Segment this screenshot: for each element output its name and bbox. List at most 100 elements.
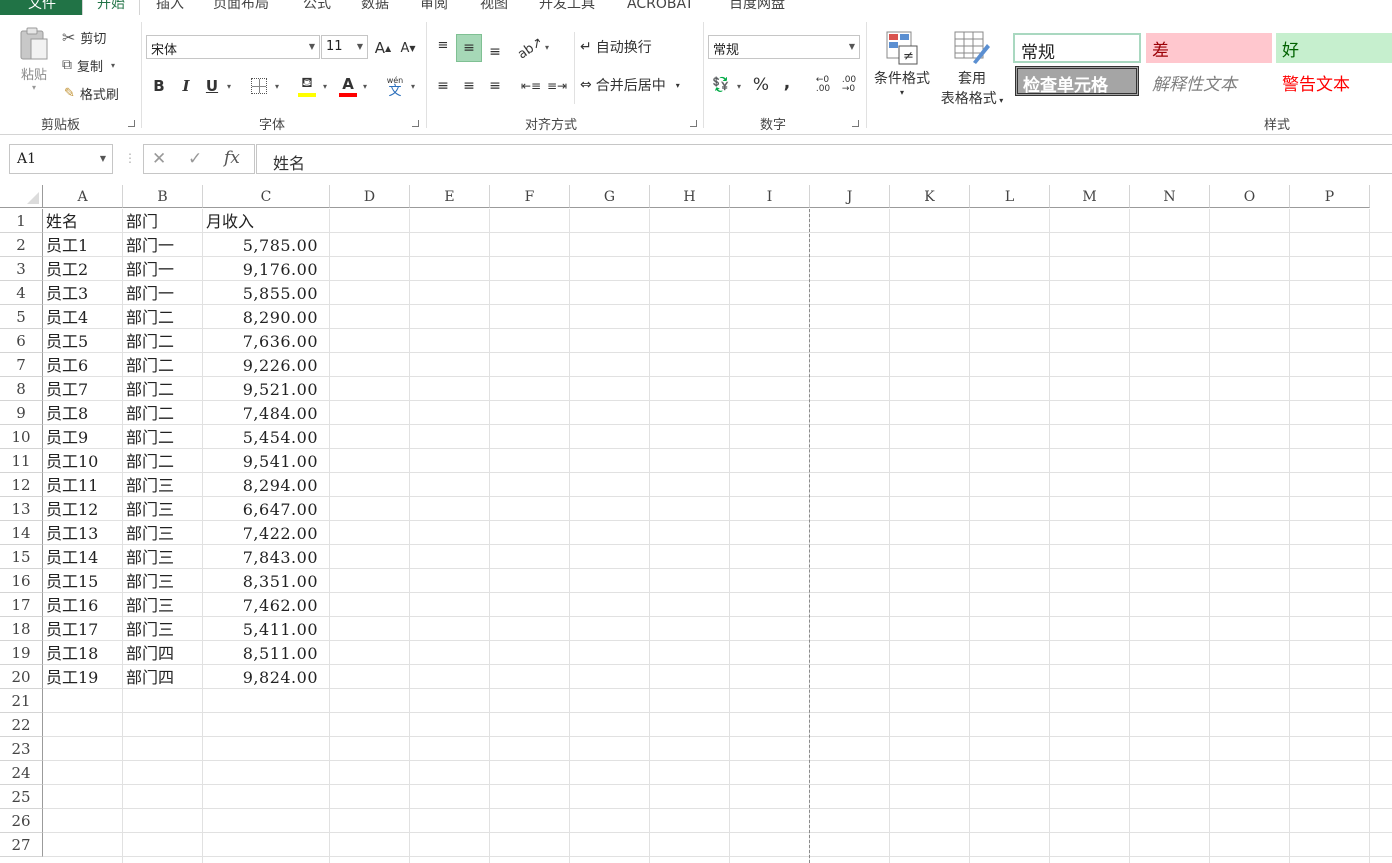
tab-acrobat[interactable]: ACROBAT: [627, 0, 694, 15]
table-cell[interactable]: 9,226.00: [203, 353, 330, 377]
cancel-icon[interactable]: ✕: [152, 149, 166, 169]
table-cell[interactable]: 员工12: [43, 497, 123, 521]
decrease-indent-button[interactable]: ⇤≡: [520, 74, 542, 98]
table-cell[interactable]: 员工6: [43, 353, 123, 377]
table-cell[interactable]: 9,824.00: [203, 665, 330, 689]
row-header[interactable]: 17: [0, 593, 43, 617]
style-explanatory[interactable]: 解释性文本: [1146, 67, 1272, 97]
table-cell[interactable]: 员工1: [43, 233, 123, 257]
table-cell[interactable]: 部门: [123, 209, 203, 233]
style-good[interactable]: 好: [1276, 33, 1392, 63]
resize-handle-icon[interactable]: ⋮: [124, 151, 136, 165]
tab-home[interactable]: 开始: [82, 0, 140, 15]
number-format-select[interactable]: 常规 ▼: [708, 35, 860, 59]
table-cell[interactable]: 员工13: [43, 521, 123, 545]
column-header[interactable]: P: [1290, 185, 1370, 208]
dialog-launcher-icon[interactable]: [412, 120, 419, 127]
table-cell[interactable]: 部门一: [123, 233, 203, 257]
table-cell[interactable]: 7,636.00: [203, 329, 330, 353]
table-cell[interactable]: 部门一: [123, 257, 203, 281]
insert-function-icon[interactable]: fx: [224, 148, 240, 168]
table-cell[interactable]: 员工4: [43, 305, 123, 329]
row-header[interactable]: 9: [0, 401, 43, 425]
table-cell[interactable]: 8,351.00: [203, 569, 330, 593]
tab-view[interactable]: 视图: [480, 0, 508, 15]
style-warning[interactable]: 警告文本: [1276, 67, 1392, 97]
shrink-font-button[interactable]: A ▼: [398, 37, 418, 59]
row-header[interactable]: 12: [0, 473, 43, 497]
chevron-down-icon[interactable]: ▾: [363, 82, 367, 91]
table-cell[interactable]: 员工5: [43, 329, 123, 353]
table-cell[interactable]: 员工8: [43, 401, 123, 425]
tab-data[interactable]: 数据: [361, 0, 389, 15]
font-name-select[interactable]: 宋体 ▼: [146, 35, 320, 59]
select-all-button[interactable]: [0, 185, 43, 208]
column-header[interactable]: O: [1210, 185, 1290, 208]
table-cell[interactable]: 5,411.00: [203, 617, 330, 641]
tab-insert[interactable]: 插入: [156, 0, 184, 15]
row-header[interactable]: 18: [0, 617, 43, 641]
table-cell[interactable]: 员工19: [43, 665, 123, 689]
chevron-down-icon[interactable]: ▾: [323, 82, 327, 91]
table-cell[interactable]: 7,462.00: [203, 593, 330, 617]
row-header[interactable]: 22: [0, 713, 43, 737]
table-cell[interactable]: 8,290.00: [203, 305, 330, 329]
format-as-table-button[interactable]: 套用 表格格式 ▾: [936, 30, 1008, 108]
column-header[interactable]: B: [123, 185, 203, 208]
table-cell[interactable]: 部门三: [123, 473, 203, 497]
copy-button[interactable]: ⧉ 复制 ▾: [62, 54, 115, 76]
row-header[interactable]: 3: [0, 257, 43, 281]
dialog-launcher-icon[interactable]: [690, 120, 697, 127]
table-cell[interactable]: 部门三: [123, 497, 203, 521]
column-header[interactable]: E: [410, 185, 490, 208]
tab-file[interactable]: 文件: [0, 0, 84, 15]
table-cell[interactable]: 部门二: [123, 449, 203, 473]
tab-developer[interactable]: 开发工具: [539, 0, 595, 15]
tab-page-layout[interactable]: 页面布局: [213, 0, 269, 15]
row-header[interactable]: 14: [0, 521, 43, 545]
fill-color-button[interactable]: ⛾: [296, 72, 318, 100]
accounting-format-button[interactable]: 💱: [710, 73, 732, 97]
column-header[interactable]: F: [490, 185, 570, 208]
table-cell[interactable]: 员工17: [43, 617, 123, 641]
underline-button[interactable]: U: [202, 74, 222, 98]
formula-input[interactable]: 姓名: [256, 144, 1392, 174]
dialog-launcher-icon[interactable]: [128, 120, 135, 127]
increase-indent-button[interactable]: ≡⇥: [546, 74, 568, 98]
table-cell[interactable]: 5,855.00: [203, 281, 330, 305]
table-cell[interactable]: 员工2: [43, 257, 123, 281]
row-header[interactable]: 23: [0, 737, 43, 761]
table-cell[interactable]: 员工18: [43, 641, 123, 665]
table-cell[interactable]: 月收入: [203, 209, 330, 233]
tab-baidu-netdisk[interactable]: 百度网盘: [729, 0, 785, 15]
column-header[interactable]: J: [810, 185, 890, 208]
table-cell[interactable]: 5,454.00: [203, 425, 330, 449]
table-cell[interactable]: 9,521.00: [203, 377, 330, 401]
align-top-button[interactable]: ≡: [432, 34, 454, 58]
tab-formulas[interactable]: 公式: [303, 0, 331, 15]
row-header[interactable]: 26: [0, 809, 43, 833]
table-cell[interactable]: 6,647.00: [203, 497, 330, 521]
align-center-button[interactable]: ≡: [458, 74, 480, 98]
column-header[interactable]: C: [203, 185, 330, 208]
column-header[interactable]: D: [330, 185, 410, 208]
merge-center-button[interactable]: ⇔ 合并后居中 ▾: [580, 73, 680, 97]
table-cell[interactable]: 员工10: [43, 449, 123, 473]
table-cell[interactable]: 9,176.00: [203, 257, 330, 281]
row-header[interactable]: 25: [0, 785, 43, 809]
table-cell[interactable]: 员工15: [43, 569, 123, 593]
table-cell[interactable]: 部门二: [123, 353, 203, 377]
column-header[interactable]: G: [570, 185, 650, 208]
paste-button[interactable]: 粘贴 ▾: [14, 26, 54, 108]
row-header[interactable]: 11: [0, 449, 43, 473]
column-header[interactable]: M: [1050, 185, 1130, 208]
align-middle-button[interactable]: ≡: [456, 34, 482, 62]
table-cell[interactable]: 9,541.00: [203, 449, 330, 473]
table-cell[interactable]: 7,843.00: [203, 545, 330, 569]
increase-decimal-button[interactable]: ←0.00: [812, 73, 834, 97]
orientation-button[interactable]: ab↗: [516, 34, 547, 62]
table-cell[interactable]: 姓名: [43, 209, 123, 233]
row-header[interactable]: 16: [0, 569, 43, 593]
style-check-cell[interactable]: 检查单元格: [1015, 66, 1139, 96]
table-cell[interactable]: 部门二: [123, 377, 203, 401]
